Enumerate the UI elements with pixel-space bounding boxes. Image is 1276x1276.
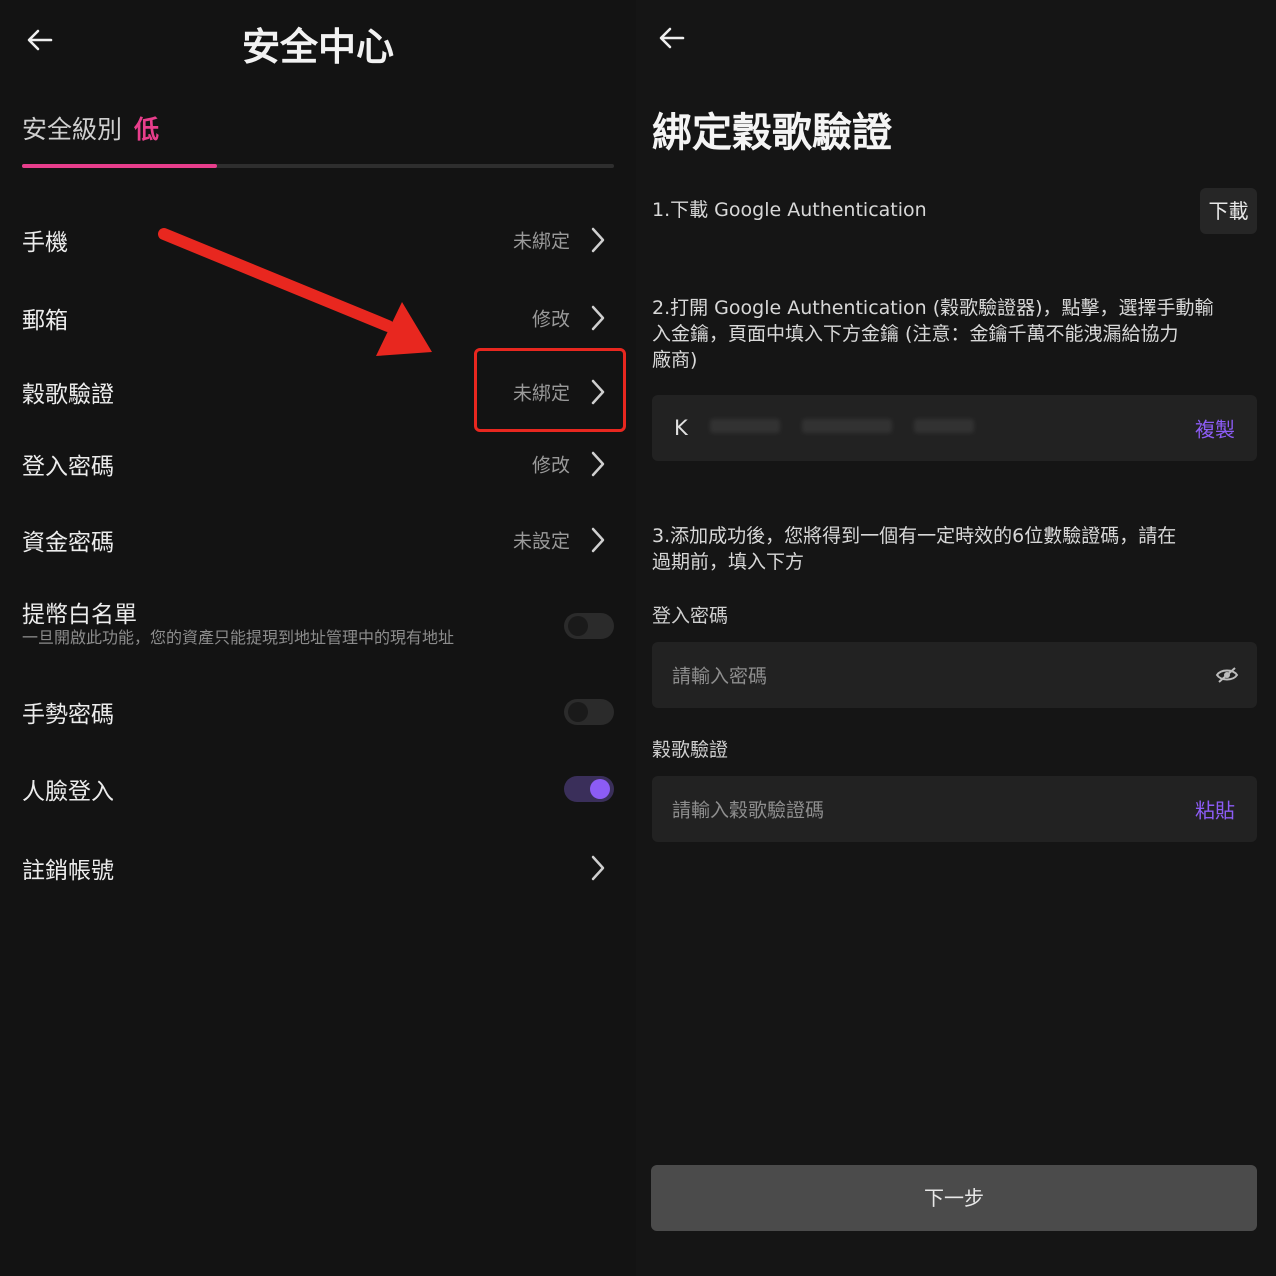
gesture-password-toggle[interactable] [564, 699, 614, 725]
step-2-line-2: 入金鑰，頁面中填入下方金鑰 (注意：金鑰千萬不能洩漏給協力 [652, 323, 1179, 345]
google-code-placeholder: 請輸入穀歌驗證碼 [672, 799, 825, 822]
security-level-value: 低 [134, 115, 160, 144]
step-2-line-3: 廠商) [652, 349, 698, 371]
withdraw-whitelist-toggle[interactable] [564, 613, 614, 639]
gesture-password-row: 手勢密碼 [22, 684, 614, 740]
step-3-line-2: 過期前，填入下方 [652, 551, 805, 573]
step-1-text: 1.下載 Google Authentication [652, 199, 927, 221]
login-password-input[interactable]: 請輸入密碼 [652, 642, 1257, 708]
annotation-highlight-box [474, 348, 626, 432]
chevron-right-icon [591, 227, 605, 253]
login-password-field-label: 登入密碼 [652, 605, 729, 627]
secret-key-field: K 複製 [652, 395, 1257, 461]
google-code-input[interactable]: 請輸入穀歌驗證碼 粘貼 [652, 776, 1257, 842]
login-password-placeholder: 請輸入密碼 [672, 665, 768, 688]
step-3-line-1: 3.添加成功後，您將得到一個有一定時效的6位數驗證碼，請在 [652, 525, 1177, 547]
fund-password-label: 資金密碼 [22, 530, 114, 556]
chevron-right-icon [591, 527, 605, 553]
google-code-field-label: 穀歌驗證 [652, 739, 729, 761]
security-level-bar [22, 164, 614, 168]
security-level-bar-fill [22, 164, 218, 168]
page-title: 安全中心 [241, 25, 394, 69]
secret-key-value: K [674, 416, 688, 440]
eye-off-icon[interactable] [1215, 665, 1239, 685]
redacted-key-block [710, 419, 780, 433]
page-title: 綁定穀歌驗證 [652, 110, 892, 156]
login-password-status: 修改 [531, 454, 570, 477]
phone-status: 未綁定 [512, 230, 570, 253]
step-2-line-1: 2.打開 Google Authentication (穀歌驗證器)，點擊，選擇… [652, 297, 1214, 319]
paste-button[interactable]: 粘貼 [1195, 795, 1235, 824]
chevron-right-icon [591, 305, 605, 331]
chevron-right-icon [591, 451, 605, 477]
step-3-text: 3.添加成功後，您將得到一個有一定時效的6位數驗證碼，請在 過期前，填入下方 [652, 523, 1176, 575]
email-status: 修改 [531, 308, 570, 331]
security-level-label: 安全級別 [22, 115, 123, 144]
google-auth-label: 穀歌驗證 [22, 382, 114, 408]
security-center-panel: 安全中心 安全級別低 手機 未綁定 郵箱 修改 穀歌驗證 未綁定 登入密碼 修改… [0, 0, 636, 1276]
face-login-row: 人臉登入 [22, 761, 614, 817]
redacted-key-block [914, 419, 974, 433]
chevron-right-icon [591, 855, 605, 881]
next-step-button[interactable]: 下一步 [651, 1165, 1257, 1231]
fund-password-row[interactable]: 資金密碼 未設定 [22, 512, 614, 568]
bind-google-auth-panel: 綁定穀歌驗證 1.下載 Google Authentication 下載 2.打… [636, 0, 1276, 1276]
withdraw-whitelist-row: 提幣白名單 一旦開啟此功能，您的資產只能提現到地址管理中的現有地址 [22, 584, 614, 654]
email-label: 郵箱 [22, 308, 68, 334]
fund-password-status: 未設定 [512, 530, 570, 553]
arrow-left-icon [659, 27, 685, 49]
withdraw-whitelist-desc: 一旦開啟此功能，您的資產只能提現到地址管理中的現有地址 [22, 628, 455, 647]
face-login-label: 人臉登入 [22, 779, 114, 805]
cancel-account-label: 註銷帳號 [22, 858, 114, 884]
face-login-toggle[interactable] [564, 776, 614, 802]
annotation-arrow-icon [158, 228, 432, 356]
step-2-text: 2.打開 Google Authentication (穀歌驗證器)，點擊，選擇… [652, 295, 1214, 373]
back-button[interactable] [652, 18, 692, 58]
redacted-key-block [802, 419, 892, 433]
security-level: 安全級別低 [22, 110, 159, 146]
gesture-password-label: 手勢密碼 [22, 702, 114, 728]
cancel-account-row[interactable]: 註銷帳號 [22, 840, 614, 896]
login-password-row[interactable]: 登入密碼 修改 [22, 436, 614, 492]
login-password-label: 登入密碼 [22, 454, 114, 480]
phone-label: 手機 [22, 230, 68, 256]
copy-key-button[interactable]: 複製 [1195, 414, 1235, 443]
download-button[interactable]: 下載 [1200, 188, 1257, 234]
